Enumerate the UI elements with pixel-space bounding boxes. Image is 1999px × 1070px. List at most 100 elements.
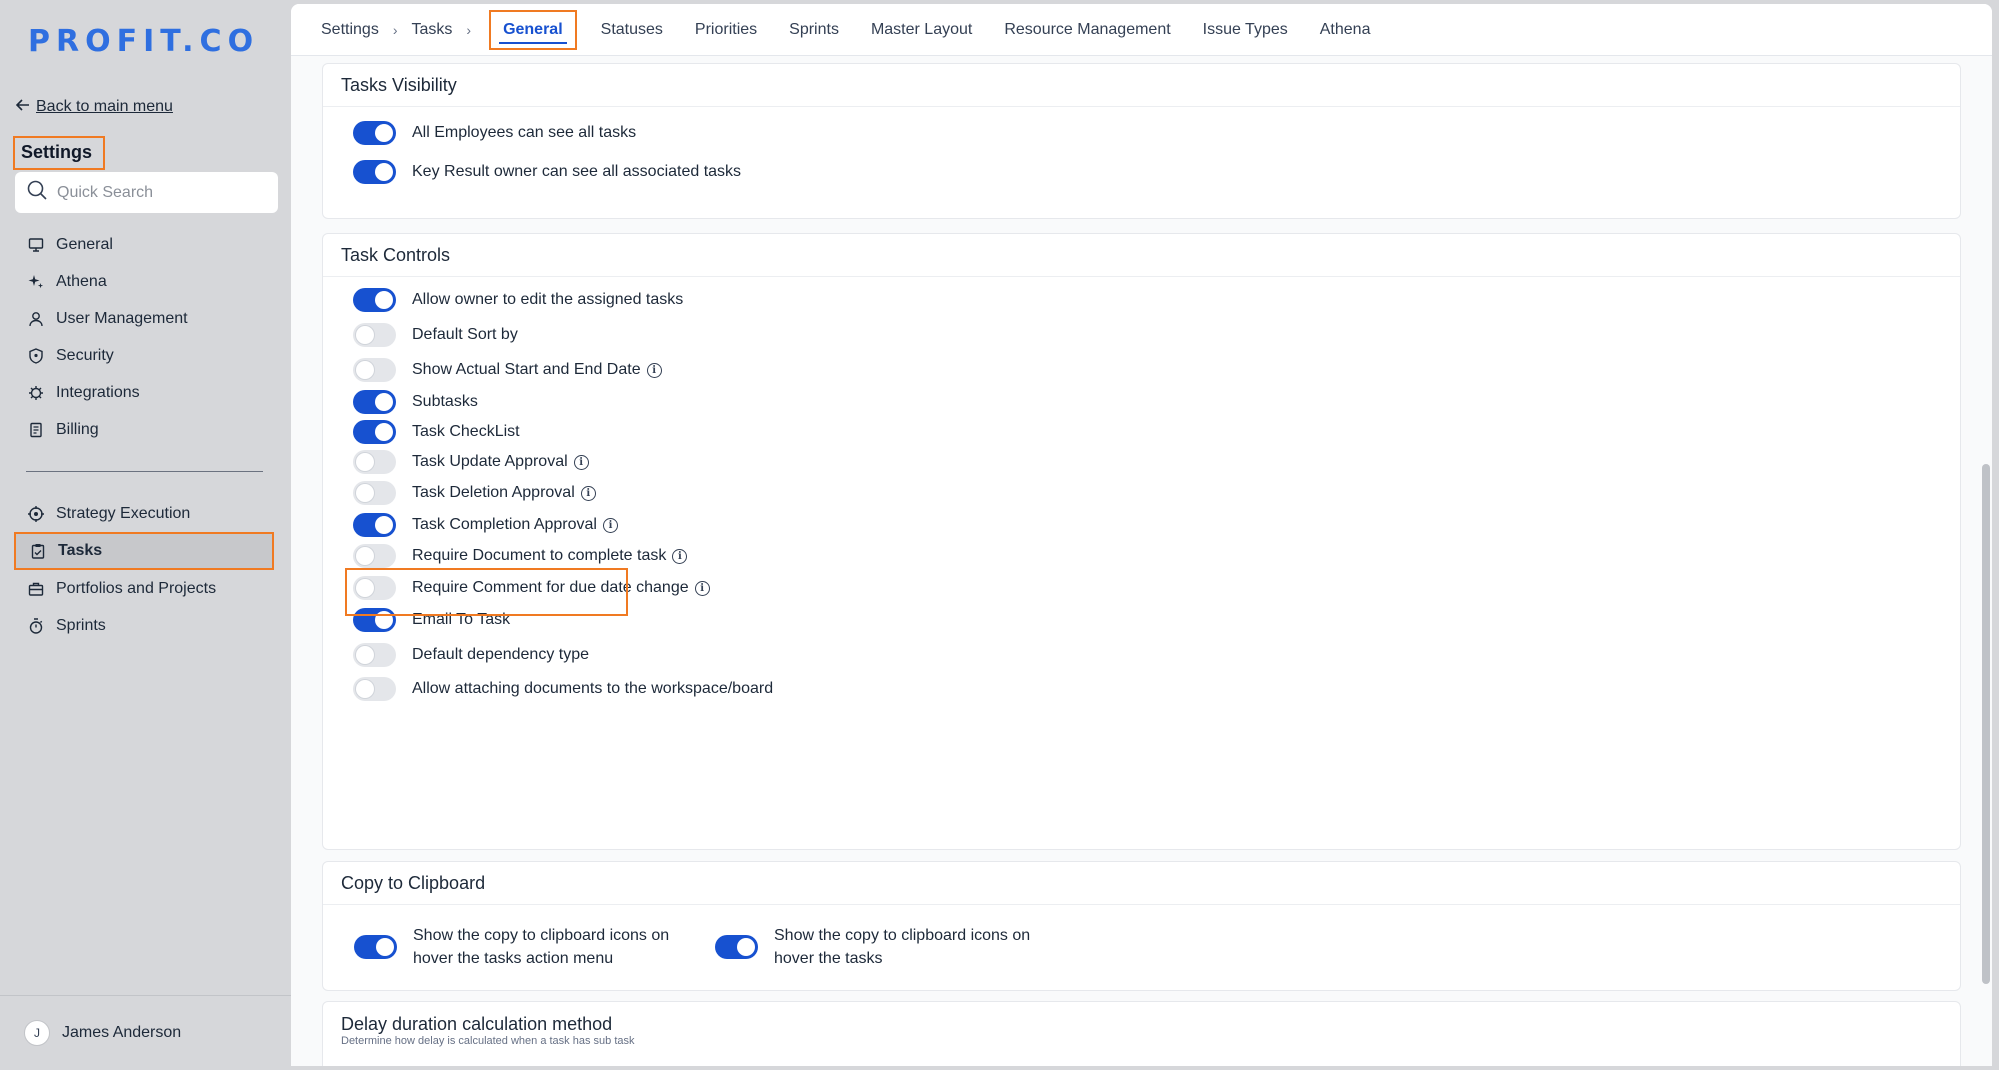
sidebar-item-label: Sprints xyxy=(56,616,106,634)
clipboard-check-icon xyxy=(30,543,46,559)
setting-label: All Employees can see all tasks xyxy=(412,124,637,141)
sidebar-item-strategy-execution[interactable]: Strategy Execution xyxy=(14,495,274,532)
section-title: Tasks Visibility xyxy=(323,64,1960,107)
sidebar-item-integrations[interactable]: Integrations xyxy=(14,374,274,411)
toggle-switch[interactable] xyxy=(353,513,396,537)
setting-label: Show the copy to clipboard icons on hove… xyxy=(413,924,669,970)
sidebar: PROFIT.CO Back to main menu Settings Gen… xyxy=(0,0,291,1070)
toggle-switch[interactable] xyxy=(353,121,396,145)
info-icon[interactable]: i xyxy=(646,362,662,378)
sidebar-item-security[interactable]: Security xyxy=(14,337,274,374)
setting-row: Key Result owner can see all associated … xyxy=(353,160,741,184)
toggle-switch[interactable] xyxy=(353,323,396,347)
toggle-switch[interactable] xyxy=(353,288,396,312)
delay-duration-card: Delay duration calculation method Determ… xyxy=(322,1001,1961,1066)
settings-nav-top: General Athena User Management Security … xyxy=(14,226,274,448)
task-controls-card: Task Controls Allow owner to edit the as… xyxy=(322,233,1961,850)
sidebar-item-portfolios-and-projects[interactable]: Portfolios and Projects xyxy=(14,570,274,607)
search-icon xyxy=(27,180,47,205)
label-line: hover the tasks xyxy=(774,950,883,967)
tab-resource-management[interactable]: Resource Management xyxy=(988,10,1186,50)
toggle-switch[interactable] xyxy=(353,420,396,444)
setting-row: Default Sort by xyxy=(353,323,518,347)
highlight-task-completion-approval xyxy=(345,568,628,616)
sidebar-item-billing[interactable]: Billing xyxy=(14,411,274,448)
setting-row: Task CheckList xyxy=(353,420,520,444)
sidebar-item-sprints[interactable]: Sprints xyxy=(14,607,274,644)
sidebar-item-label: Tasks xyxy=(58,542,103,559)
nav-divider xyxy=(26,471,263,472)
label-line: Show the copy to clipboard icons on xyxy=(413,927,670,944)
tab-general[interactable]: General xyxy=(489,9,577,50)
monitor-icon xyxy=(28,237,44,253)
settings-title: Settings xyxy=(13,136,105,170)
tab-statuses[interactable]: Statuses xyxy=(585,10,679,50)
toggle-switch[interactable] xyxy=(353,481,396,505)
shield-icon xyxy=(28,347,44,364)
arrow-left-icon xyxy=(15,98,30,116)
toggle-switch[interactable] xyxy=(353,160,396,184)
setting-row: Show the copy to clipboard icons on hove… xyxy=(354,924,669,970)
label-line: Show the copy to clipboard icons on xyxy=(774,927,1031,944)
setting-row: Show the copy to clipboard icons on hove… xyxy=(715,924,1030,970)
quick-search-input[interactable] xyxy=(57,183,257,202)
user-icon xyxy=(28,311,44,327)
setting-row: Require Document to complete task i xyxy=(353,544,688,568)
setting-label: Default dependency type xyxy=(412,646,590,663)
setting-label: Task Completion Approval xyxy=(412,516,597,533)
breadcrumb-separator-icon: › xyxy=(392,21,398,38)
tab-sprints[interactable]: Sprints xyxy=(773,10,855,50)
toggle-switch[interactable] xyxy=(353,643,396,667)
toggle-switch[interactable] xyxy=(353,677,396,701)
setting-row: Subtasks xyxy=(353,390,478,414)
info-icon[interactable]: i xyxy=(694,580,710,596)
breadcrumb-settings[interactable]: Settings xyxy=(321,21,379,39)
setting-row: Task Completion Approval i xyxy=(353,513,618,537)
profit-co-logo[interactable]: PROFIT.CO xyxy=(28,23,260,59)
sidebar-item-label: User Management xyxy=(56,309,188,327)
info-icon[interactable]: i xyxy=(573,454,589,470)
tasks-visibility-card: Tasks Visibility All Employees can see a… xyxy=(322,63,1961,219)
setting-label: Task CheckList xyxy=(412,423,520,440)
sidebar-item-tasks[interactable]: Tasks xyxy=(14,532,274,570)
tab-master-layout[interactable]: Master Layout xyxy=(855,10,988,50)
briefcase-icon xyxy=(28,581,44,597)
setting-label: Default Sort by xyxy=(412,326,518,343)
quick-search-box[interactable] xyxy=(15,172,278,213)
toggle-switch[interactable] xyxy=(353,450,396,474)
toggle-switch[interactable] xyxy=(353,544,396,568)
sidebar-item-user-management[interactable]: User Management xyxy=(14,300,274,337)
setting-label: Allow attaching documents to the workspa… xyxy=(412,680,774,697)
info-icon[interactable]: i xyxy=(580,485,596,501)
tab-issue-types[interactable]: Issue Types xyxy=(1187,10,1304,50)
copy-to-clipboard-card: Copy to Clipboard Show the copy to clipb… xyxy=(322,861,1961,991)
info-icon[interactable]: i xyxy=(602,517,618,533)
logo-text: PROFIT.CO xyxy=(28,23,260,59)
section-title: Copy to Clipboard xyxy=(323,862,1960,905)
sidebar-item-label: Athena xyxy=(56,272,107,290)
section-title: Delay duration calculation method xyxy=(341,1014,613,1034)
setting-row: Task Deletion Approval i xyxy=(353,481,596,505)
sidebar-item-label: Portfolios and Projects xyxy=(56,579,217,597)
tab-athena[interactable]: Athena xyxy=(1304,10,1387,50)
settings-nav-bottom: Strategy Execution Tasks Portfolios and … xyxy=(14,495,274,644)
sidebar-item-athena[interactable]: Athena xyxy=(14,263,274,300)
setting-row: Default dependency type xyxy=(353,643,589,667)
breadcrumb-separator-icon: › xyxy=(466,21,472,38)
toggle-switch[interactable] xyxy=(715,935,758,959)
toggle-switch[interactable] xyxy=(353,358,396,382)
sidebar-item-label: Integrations xyxy=(56,383,140,401)
tab-priorities[interactable]: Priorities xyxy=(679,10,773,50)
toggle-switch[interactable] xyxy=(354,935,397,959)
info-icon[interactable]: i xyxy=(672,548,688,564)
toggle-switch[interactable] xyxy=(353,390,396,414)
setting-label: Task Deletion Approval xyxy=(412,484,575,501)
sidebar-item-label: Billing xyxy=(56,420,99,438)
sidebar-item-label: Strategy Execution xyxy=(56,504,191,522)
vertical-scrollbar[interactable] xyxy=(1982,464,1990,984)
sidebar-item-general[interactable]: General xyxy=(14,226,274,263)
back-to-main-menu-link[interactable]: Back to main menu xyxy=(15,98,173,116)
breadcrumb-tasks[interactable]: Tasks xyxy=(411,21,452,39)
target-icon xyxy=(28,505,44,522)
user-profile[interactable]: J James Anderson xyxy=(0,995,291,1070)
